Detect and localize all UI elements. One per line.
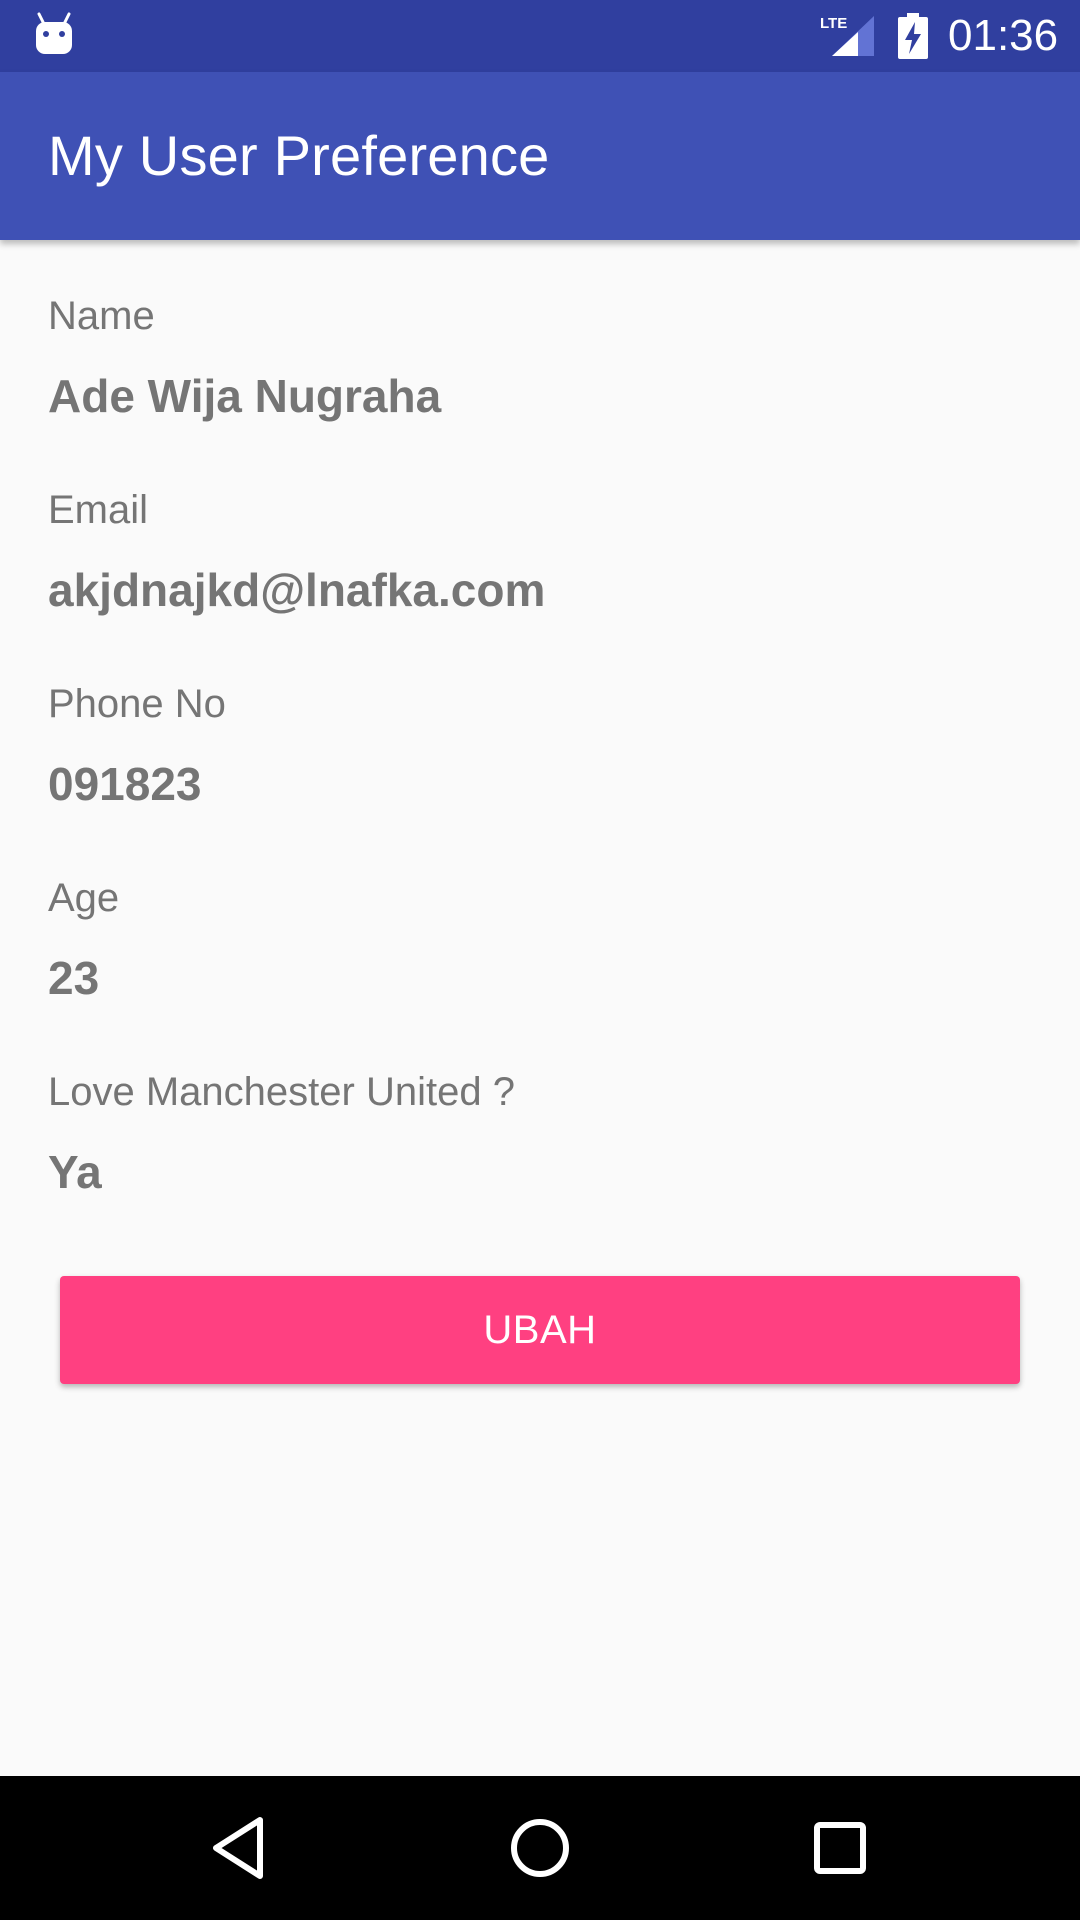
love-mu-label: Love Manchester United ? (48, 1070, 515, 1114)
ubah-button[interactable]: UBAH (60, 1276, 1020, 1384)
android-notification-icon (36, 12, 72, 54)
status-clock: 01:36 (948, 11, 1059, 60)
name-value: Ade Wija Nugraha (48, 370, 442, 422)
age-label: Age (48, 876, 120, 920)
navigation-bar (0, 1776, 1080, 1920)
recents-icon[interactable] (800, 1808, 880, 1888)
svg-text:LTE: LTE (820, 15, 847, 32)
phone-value: 091823 (48, 758, 202, 810)
app-bar: My User Preference (0, 72, 1080, 240)
lte-signal-icon: LTE (820, 15, 874, 56)
age-value: 23 (48, 952, 100, 1004)
status-bar: LTE 01:36 (0, 0, 1080, 72)
love-mu-value: Ya (48, 1146, 102, 1198)
email-label: Email (48, 488, 149, 532)
battery-charging-icon (898, 13, 928, 59)
back-icon[interactable] (200, 1808, 280, 1888)
home-icon[interactable] (500, 1808, 580, 1888)
phone-label: Phone No (48, 682, 226, 726)
name-label: Name (48, 294, 155, 338)
page-title: My User Preference (48, 124, 550, 187)
email-value: akjdnajkd@lnafka.com (48, 564, 546, 616)
